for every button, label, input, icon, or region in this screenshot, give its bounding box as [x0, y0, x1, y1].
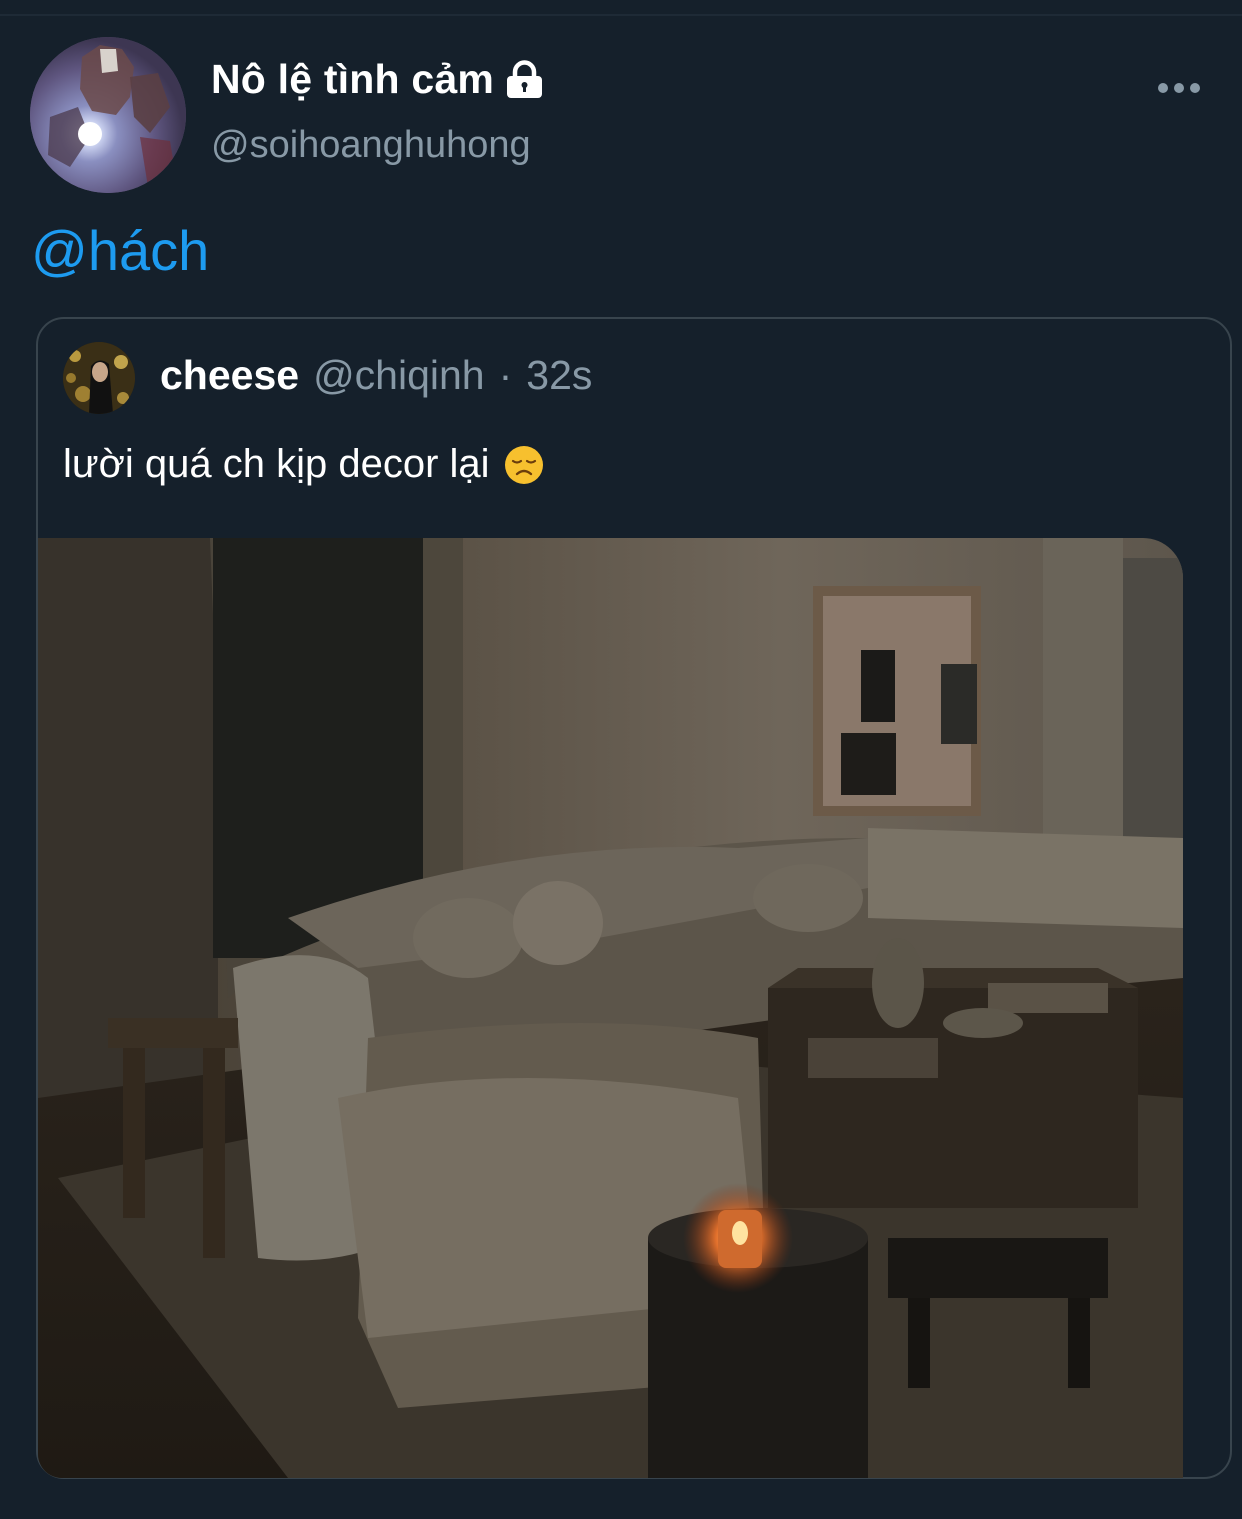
display-name-text: Nô lệ tình cảm	[211, 56, 495, 102]
more-dot	[1190, 83, 1200, 93]
quoted-text-content: lười quá ch kịp decor lại	[63, 442, 490, 486]
quoted-author-name[interactable]: cheese	[160, 352, 299, 399]
quoted-tweet-photo[interactable]	[38, 538, 1183, 1478]
quoted-author-handle[interactable]: @chiqinh	[313, 352, 485, 399]
author-display-name[interactable]: Nô lệ tình cảm	[211, 56, 545, 103]
header-separator: ·	[498, 352, 513, 398]
quoted-header: cheese @chiqinh · 32s	[160, 352, 592, 399]
more-horizontal-icon[interactable]	[1158, 80, 1202, 96]
quoted-author-avatar[interactable]	[63, 342, 135, 414]
disappointed-face-emoji	[504, 445, 544, 485]
tweet-text-mention[interactable]: @hách	[31, 218, 209, 283]
author-handle[interactable]: @soihoanghuhong	[211, 124, 531, 167]
quoted-timestamp[interactable]: 32s	[526, 352, 592, 399]
quoted-tweet-text: lười quá ch kịp decor lại	[63, 442, 544, 487]
more-dot	[1174, 83, 1184, 93]
more-dot	[1158, 83, 1168, 93]
top-divider	[0, 0, 1242, 16]
author-avatar[interactable]	[30, 37, 186, 193]
lock-icon	[504, 59, 545, 100]
